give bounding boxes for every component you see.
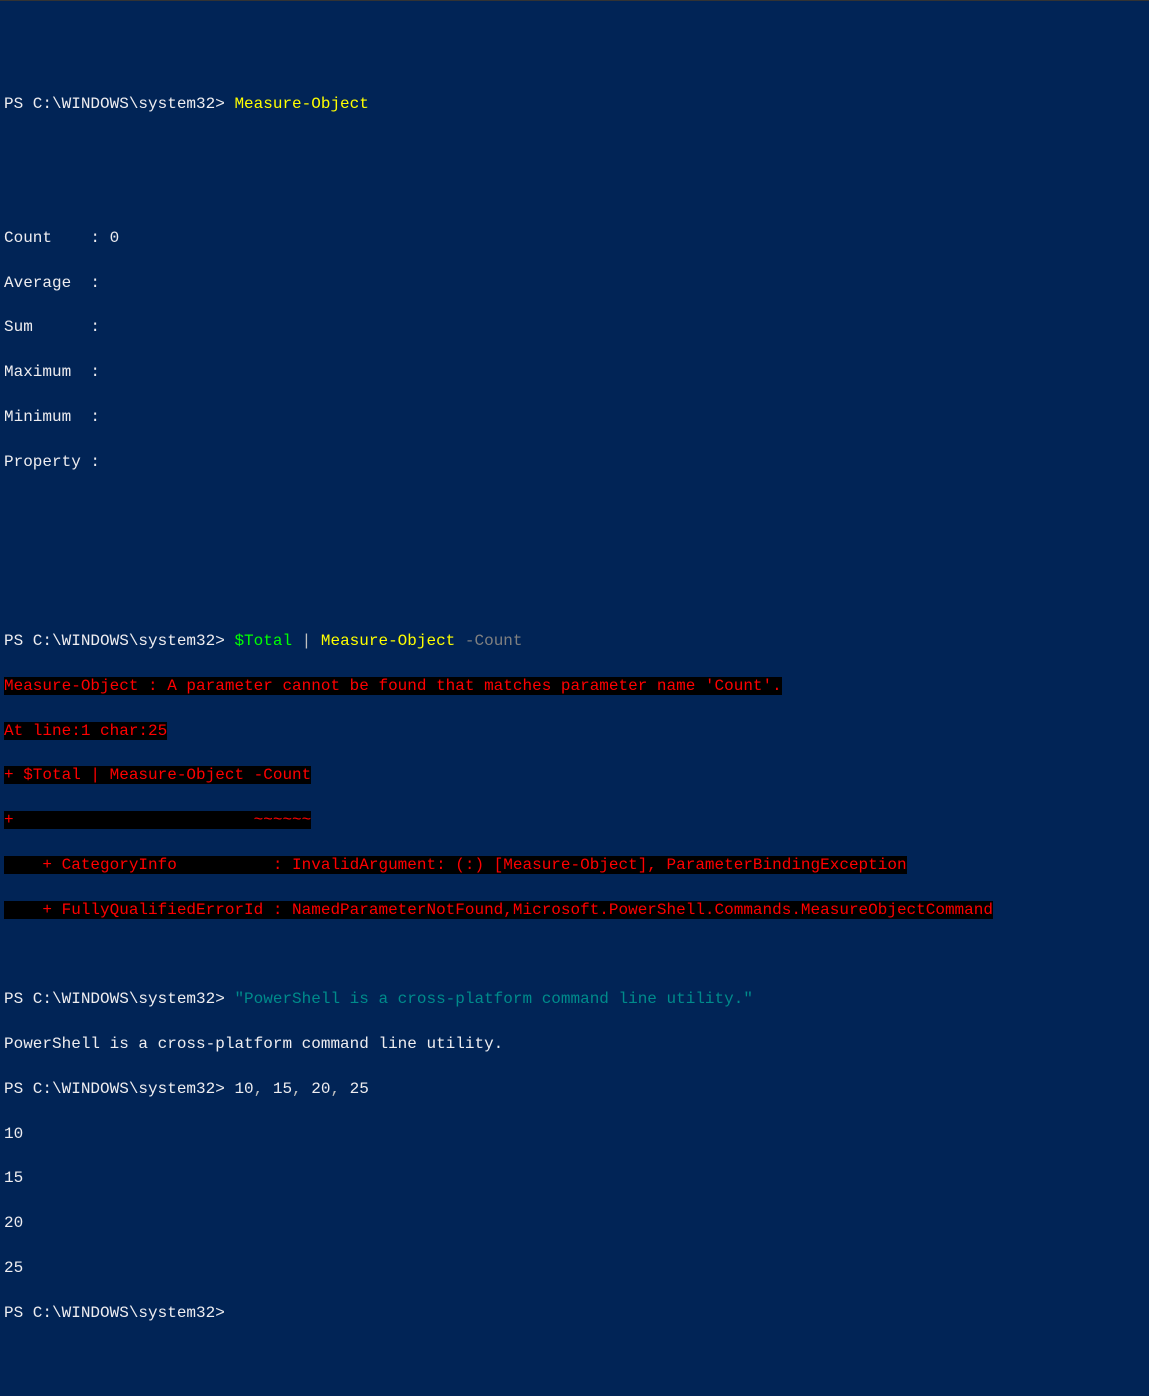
output-property: Property : bbox=[4, 451, 1145, 473]
error-line: + $Total | Measure-Object -Count bbox=[4, 764, 1145, 786]
param-count: -Count bbox=[465, 632, 523, 650]
error-line: Measure-Object : A parameter cannot be f… bbox=[4, 675, 1145, 697]
blank-line bbox=[4, 182, 1145, 204]
output-number: 15 bbox=[4, 1167, 1145, 1189]
cmdlet-measure-object: Measure-Object bbox=[234, 95, 368, 113]
variable-total: $Total bbox=[234, 632, 292, 650]
error-line: At line:1 char:25 bbox=[4, 720, 1145, 742]
error-line: + FullyQualifiedErrorId : NamedParameter… bbox=[4, 899, 1145, 921]
command-line-1: PS C:\WINDOWS\system32> Measure-Object bbox=[4, 93, 1145, 115]
output-average: Average : bbox=[4, 272, 1145, 294]
error-line: + CategoryInfo : InvalidArgument: (:) [M… bbox=[4, 854, 1145, 876]
blank-line bbox=[4, 943, 1145, 965]
output-maximum: Maximum : bbox=[4, 361, 1145, 383]
blank-line bbox=[4, 585, 1145, 607]
error-line: + ~~~~~~ bbox=[4, 809, 1145, 831]
command-line-2: PS C:\WINDOWS\system32> $Total | Measure… bbox=[4, 630, 1145, 652]
prompt: PS C:\WINDOWS\system32> bbox=[4, 1080, 234, 1098]
blank-line bbox=[4, 496, 1145, 518]
blank-line bbox=[4, 137, 1145, 159]
output-number: 25 bbox=[4, 1257, 1145, 1279]
pipe-op: | bbox=[292, 632, 321, 650]
cmdlet-measure-object: Measure-Object bbox=[321, 632, 455, 650]
command-line-4: PS C:\WINDOWS\system32> 10, 15, 20, 25 bbox=[4, 1078, 1145, 1100]
blank-line bbox=[4, 540, 1145, 562]
prompt: PS C:\WINDOWS\system32> bbox=[4, 632, 234, 650]
number: 15 bbox=[273, 1080, 292, 1098]
number: 10 bbox=[234, 1080, 253, 1098]
number: 20 bbox=[311, 1080, 330, 1098]
command-line-3: PS C:\WINDOWS\system32> "PowerShell is a… bbox=[4, 988, 1145, 1010]
output-count: Count : 0 bbox=[4, 227, 1145, 249]
output-sum: Sum : bbox=[4, 316, 1145, 338]
output-string: PowerShell is a cross-platform command l… bbox=[4, 1033, 1145, 1055]
command-line-empty[interactable]: PS C:\WINDOWS\system32> bbox=[4, 1302, 1145, 1324]
prompt: PS C:\WINDOWS\system32> bbox=[4, 1304, 234, 1322]
prompt: PS C:\WINDOWS\system32> bbox=[4, 95, 234, 113]
output-number: 20 bbox=[4, 1212, 1145, 1234]
terminal-area[interactable]: { "prompt": "PS C:\\WINDOWS\\system32> "… bbox=[0, 0, 1149, 698]
string-literal: "PowerShell is a cross-platform command … bbox=[234, 990, 752, 1008]
prompt: PS C:\WINDOWS\system32> bbox=[4, 990, 234, 1008]
output-minimum: Minimum : bbox=[4, 406, 1145, 428]
number: 25 bbox=[350, 1080, 369, 1098]
output-number: 10 bbox=[4, 1123, 1145, 1145]
